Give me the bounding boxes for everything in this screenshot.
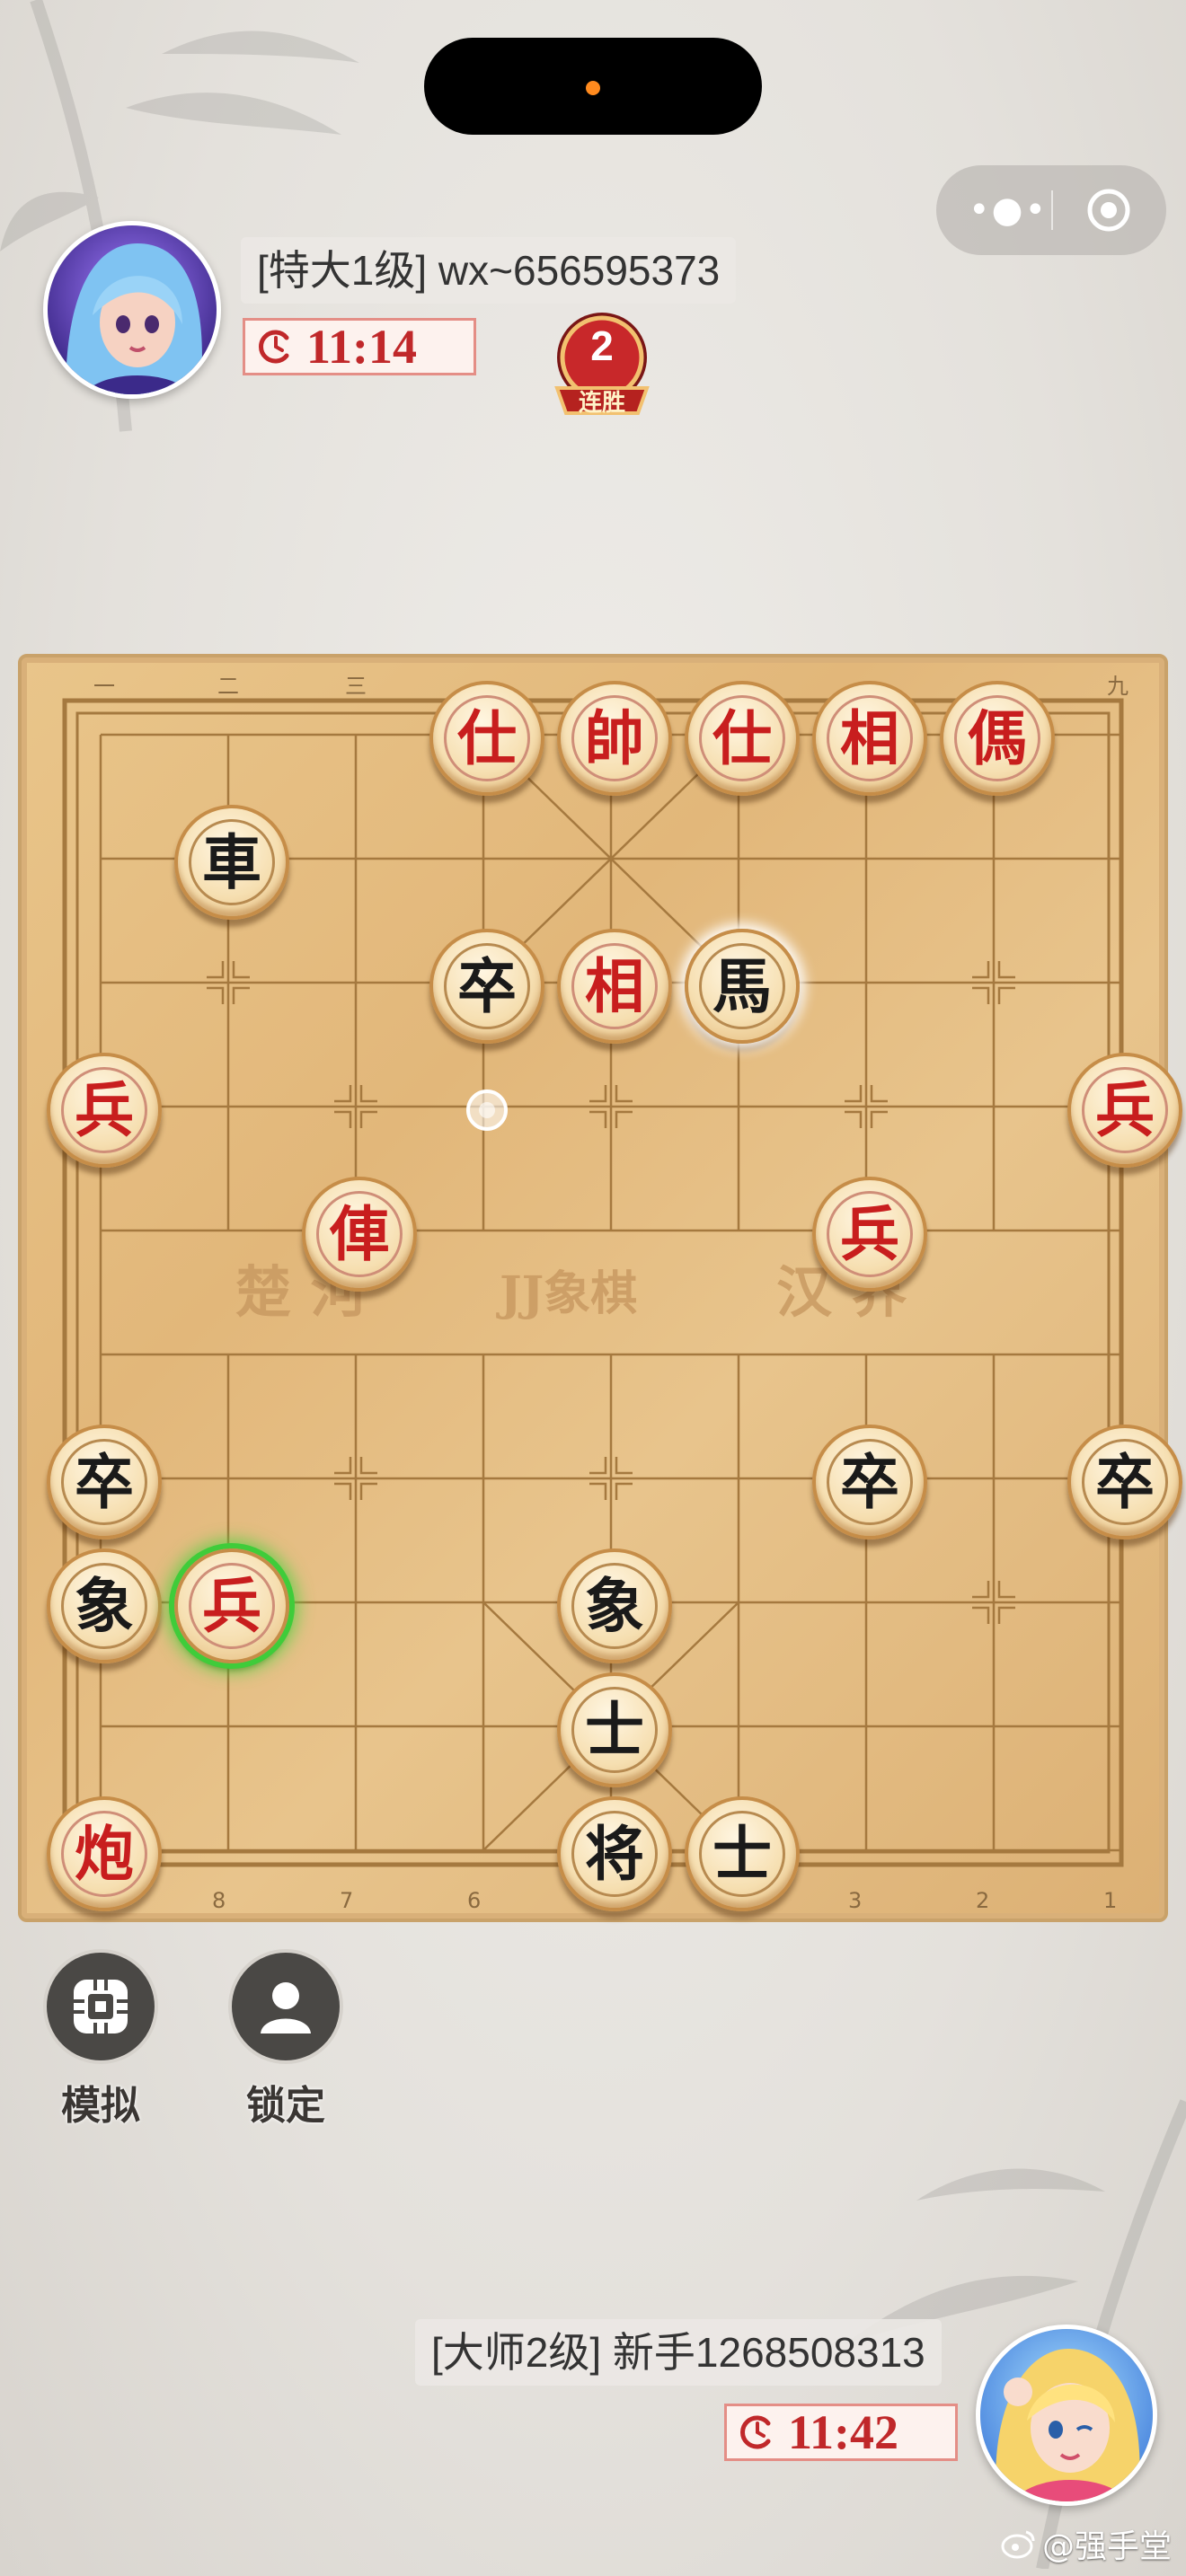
piece-glyph: 卒 bbox=[75, 1447, 134, 1517]
red-piece[interactable]: 兵 bbox=[47, 1053, 162, 1168]
file-label-top: 九 bbox=[1107, 674, 1128, 699]
piece-glyph: 相 bbox=[585, 951, 644, 1021]
red-piece[interactable]: 兵 bbox=[812, 1177, 927, 1292]
opponent-avatar[interactable] bbox=[43, 221, 221, 399]
lock-button-circle bbox=[228, 1949, 343, 2064]
file-label-bottom: 6 bbox=[467, 1888, 481, 1913]
piece-glyph: 帥 bbox=[585, 703, 644, 773]
file-label-bottom: 7 bbox=[340, 1888, 353, 1913]
mini-program-capsule: •●• bbox=[936, 165, 1166, 255]
target-close-icon[interactable] bbox=[1085, 187, 1132, 234]
black-piece[interactable]: 象 bbox=[47, 1548, 162, 1663]
piece-glyph: 士 bbox=[712, 1819, 772, 1889]
clock-icon bbox=[740, 2415, 771, 2449]
piece-glyph: 卒 bbox=[457, 951, 517, 1021]
black-piece[interactable]: 卒 bbox=[429, 929, 544, 1044]
piece-glyph: 炮 bbox=[75, 1819, 134, 1889]
red-piece[interactable]: 兵 bbox=[1067, 1053, 1182, 1168]
black-piece[interactable]: 車 bbox=[174, 805, 289, 920]
piece-glyph: 仕 bbox=[712, 703, 772, 773]
black-piece[interactable]: 卒 bbox=[812, 1425, 927, 1539]
bamboo-decoration bbox=[845, 2099, 1186, 2569]
red-piece[interactable]: 俥 bbox=[302, 1177, 417, 1292]
red-piece[interactable]: 傌 bbox=[940, 681, 1055, 796]
simulate-button-circle bbox=[43, 1949, 158, 2064]
black-piece[interactable]: 卒 bbox=[1067, 1425, 1182, 1539]
bamboo-decoration bbox=[0, 0, 359, 432]
file-label-bottom: 3 bbox=[848, 1888, 862, 1913]
piece-glyph: 兵 bbox=[1095, 1075, 1155, 1145]
player-timer-text: 11:42 bbox=[788, 2405, 899, 2459]
red-piece[interactable]: 帥 bbox=[557, 681, 672, 796]
watermark-text: @强手堂 bbox=[1042, 2528, 1173, 2565]
piece-glyph: 象 bbox=[585, 1571, 644, 1641]
simulate-label: 模拟 bbox=[61, 2083, 140, 2129]
capsule-divider bbox=[1051, 190, 1053, 230]
red-piece[interactable]: 相 bbox=[812, 681, 927, 796]
opponent-timer-text: 11:14 bbox=[306, 320, 418, 374]
player-timer: 11:42 bbox=[724, 2404, 958, 2461]
player-name-plate: [大师2级] 新手1268508313 bbox=[415, 2319, 942, 2386]
recording-indicator-icon bbox=[586, 81, 600, 95]
piece-glyph: 車 bbox=[202, 827, 261, 897]
win-streak-count: 2 bbox=[590, 322, 614, 369]
simulate-button[interactable]: 模拟 bbox=[41, 1949, 160, 2130]
piece-glyph: 卒 bbox=[1095, 1447, 1155, 1517]
lock-label: 锁定 bbox=[246, 2083, 325, 2129]
win-streak-label: 连胜 bbox=[578, 390, 625, 417]
clock-icon bbox=[259, 330, 289, 364]
piece-glyph: 仕 bbox=[457, 703, 517, 773]
piece-glyph: 傌 bbox=[968, 703, 1027, 773]
red-piece[interactable]: 仕 bbox=[685, 681, 800, 796]
opponent-timer: 11:14 bbox=[243, 318, 476, 375]
black-piece[interactable]: 士 bbox=[685, 1796, 800, 1911]
piece-glyph: 兵 bbox=[202, 1571, 261, 1641]
win-streak-badge: 2 连胜 bbox=[550, 309, 654, 417]
black-piece[interactable]: 象 bbox=[557, 1548, 672, 1663]
more-dots-icon[interactable]: •●• bbox=[969, 189, 1046, 232]
file-label-bottom: 1 bbox=[1103, 1888, 1117, 1913]
black-piece[interactable]: 士 bbox=[557, 1672, 672, 1787]
red-piece[interactable]: 相 bbox=[557, 929, 672, 1044]
file-label-bottom: 2 bbox=[976, 1888, 989, 1913]
player-avatar[interactable] bbox=[976, 2325, 1157, 2506]
lock-button[interactable]: 锁定 bbox=[226, 1949, 345, 2130]
piece-glyph: 馬 bbox=[712, 951, 772, 1021]
last-move-marker bbox=[466, 1090, 508, 1131]
piece-glyph: 士 bbox=[585, 1695, 644, 1765]
user-icon bbox=[261, 1982, 311, 2033]
file-label-top: 一 bbox=[93, 674, 115, 699]
file-label-top: 三 bbox=[345, 674, 367, 699]
weibo-icon bbox=[1001, 2530, 1035, 2559]
piece-glyph: 俥 bbox=[330, 1199, 389, 1269]
black-piece[interactable]: 将 bbox=[557, 1796, 672, 1911]
chip-icon bbox=[74, 1980, 128, 2033]
watermark: @强手堂 bbox=[1001, 2520, 1172, 2567]
piece-glyph: 相 bbox=[840, 703, 899, 773]
xiangqi-board[interactable]: 一 二 三 九 8 7 6 3 2 1 楚 河 JJ象棋 汉 界 仕帥仕相傌車卒… bbox=[18, 654, 1182, 1922]
red-piece[interactable]: 炮 bbox=[47, 1796, 162, 1911]
piece-glyph: 兵 bbox=[75, 1075, 134, 1145]
piece-glyph: 将 bbox=[585, 1819, 644, 1889]
piece-glyph: 兵 bbox=[840, 1199, 899, 1269]
piece-glyph: 卒 bbox=[840, 1447, 899, 1517]
black-piece[interactable]: 馬 bbox=[685, 929, 800, 1044]
file-label-bottom: 8 bbox=[212, 1888, 226, 1913]
piece-glyph: 象 bbox=[75, 1571, 134, 1641]
opponent-name-plate: [特大1级] wx~656595373 bbox=[241, 237, 737, 304]
red-piece[interactable]: 仕 bbox=[429, 681, 544, 796]
black-piece[interactable]: 卒 bbox=[47, 1425, 162, 1539]
river-logo: JJ象棋 bbox=[496, 1266, 637, 1321]
file-label-top: 二 bbox=[217, 674, 239, 699]
dynamic-island bbox=[424, 38, 762, 135]
red-piece[interactable]: 兵 bbox=[174, 1548, 289, 1663]
